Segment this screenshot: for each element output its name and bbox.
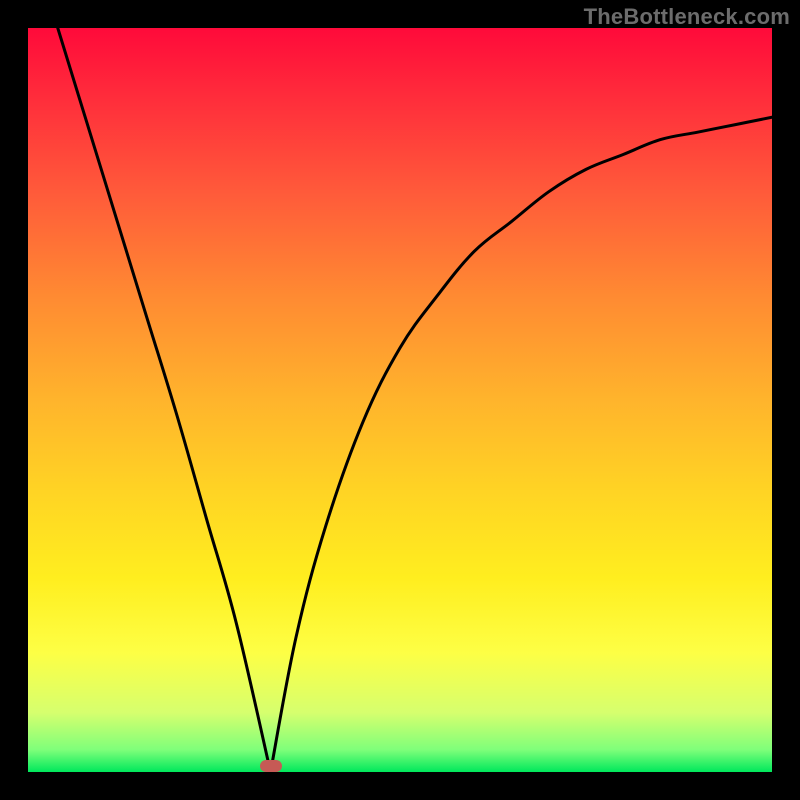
plot-area <box>28 28 772 772</box>
minimum-marker <box>260 760 282 772</box>
watermark-text: TheBottleneck.com <box>584 4 790 30</box>
bottleneck-curve <box>28 28 772 772</box>
